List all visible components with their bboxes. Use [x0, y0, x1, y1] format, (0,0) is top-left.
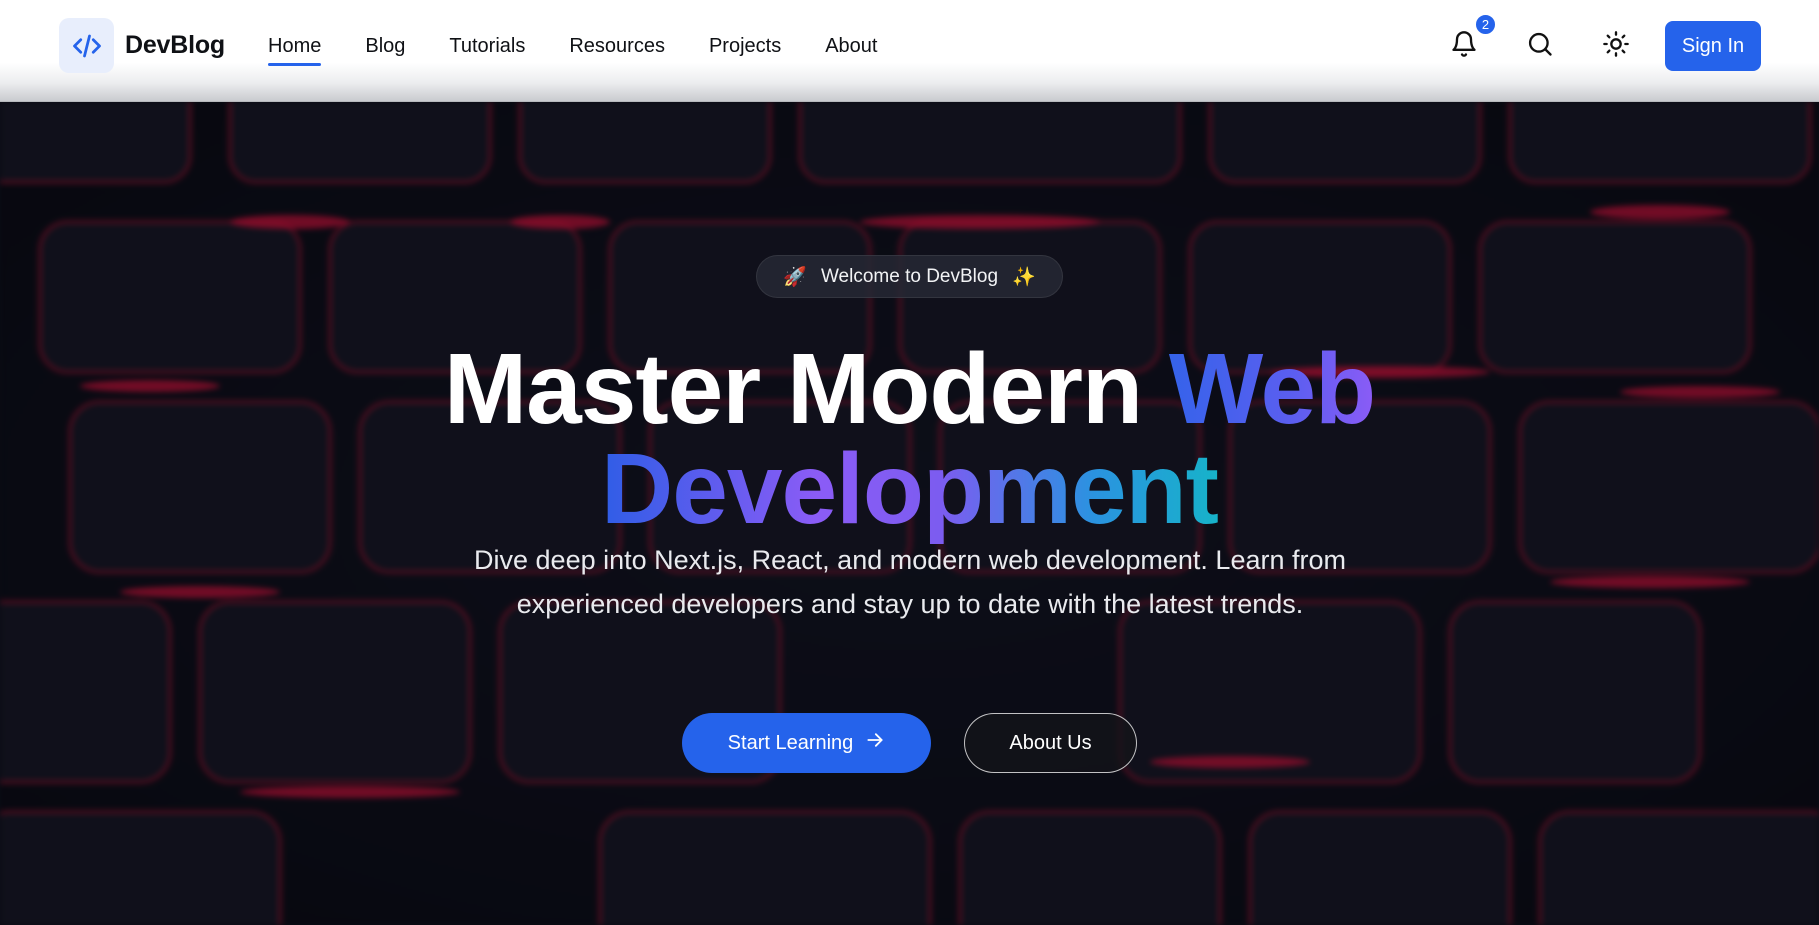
nav-item-home[interactable]: Home	[268, 0, 322, 92]
logo-link[interactable]: DevBlog	[59, 18, 225, 73]
sparkles-icon: ✨	[1012, 266, 1036, 288]
about-us-button[interactable]: About Us	[964, 713, 1137, 773]
hero-subtitle: Dive deep into Next.js, React, and moder…	[474, 545, 1346, 619]
nav-item-tutorials[interactable]: Tutorials	[449, 0, 525, 92]
notification-count-badge: 2	[1474, 13, 1497, 36]
arrow-right-icon	[865, 730, 885, 756]
theme-toggle-button[interactable]	[1596, 26, 1636, 66]
sun-icon	[1602, 30, 1630, 63]
search-button[interactable]	[1520, 26, 1560, 66]
search-icon	[1526, 30, 1554, 63]
bell-icon	[1450, 30, 1478, 63]
hero-section: 🚀 Welcome to DevBlog ✨ Master Modern Web…	[0, 102, 1819, 925]
nav-item-about[interactable]: About	[825, 0, 877, 92]
hero-title-line-2: Development	[0, 439, 1819, 539]
start-learning-label: Start Learning	[727, 731, 854, 754]
welcome-text: Welcome to DevBlog	[820, 265, 999, 287]
hero-title-white: Master Modern	[443, 333, 1169, 445]
nav-item-projects[interactable]: Projects	[709, 0, 781, 92]
hero-title-line-1: Master Modern Web	[0, 339, 1819, 439]
nav-item-resources[interactable]: Resources	[569, 0, 665, 92]
welcome-badge: 🚀 Welcome to DevBlog ✨	[756, 255, 1063, 298]
hero-title-gradient: Development	[601, 433, 1219, 545]
top-navbar: DevBlog Home Blog Tutorials Resources Pr…	[0, 0, 1819, 102]
logo-text: DevBlog	[125, 31, 226, 59]
hero-title-highlight: Web	[1168, 333, 1376, 445]
code-icon	[59, 18, 114, 73]
main-nav: Home Blog Tutorials Resources Projects A…	[268, 0, 921, 92]
start-learning-button[interactable]: Start Learning	[682, 713, 931, 773]
rocket-icon: 🚀	[783, 266, 807, 288]
sign-in-button[interactable]: Sign In	[1665, 21, 1761, 71]
nav-item-blog[interactable]: Blog	[365, 0, 405, 92]
